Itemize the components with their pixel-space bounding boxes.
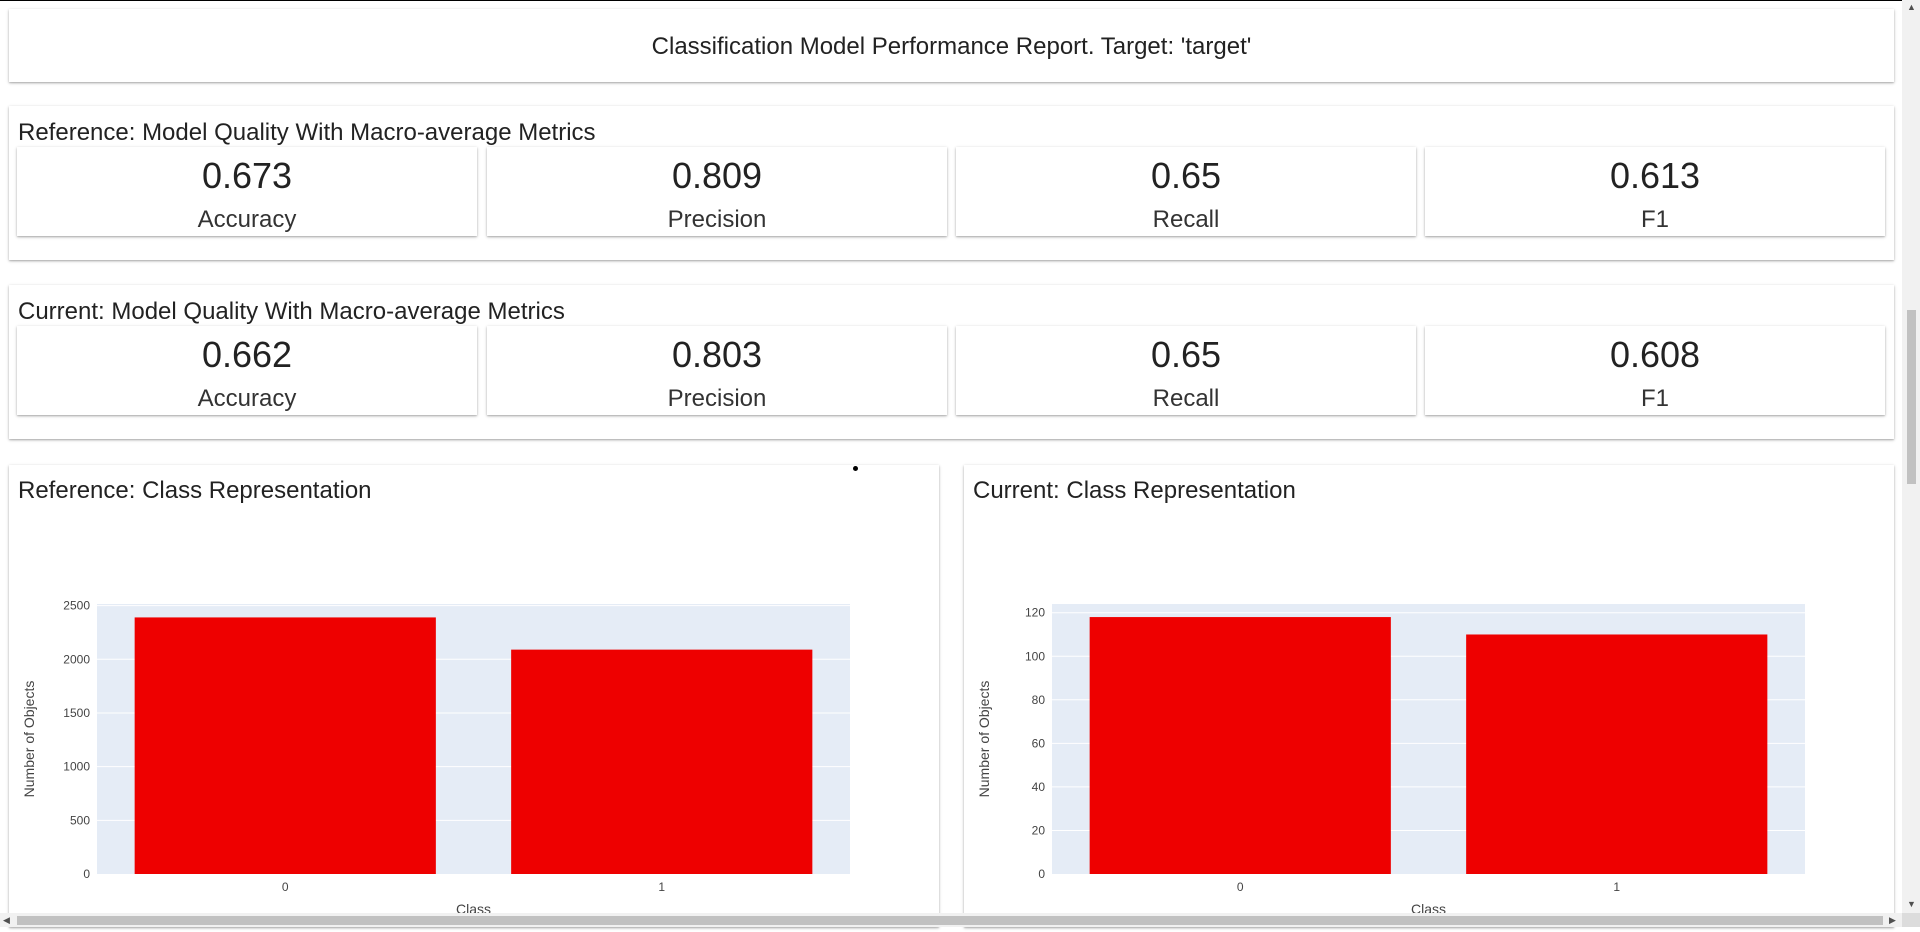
- y-tick-label: 100: [1025, 649, 1045, 663]
- bar: [511, 649, 813, 874]
- triangle-down-icon[interactable]: ▼: [1907, 899, 1916, 909]
- x-tick-label: 1: [1613, 880, 1620, 894]
- mouse-cursor: [853, 466, 858, 471]
- metric-value: 0.608: [1609, 334, 1701, 375]
- current-precision-card: 0.803 Precision: [487, 326, 947, 415]
- metric-label: F1: [1640, 385, 1669, 412]
- reference-recall-card: 0.65 Recall: [956, 147, 1416, 236]
- bar: [1466, 634, 1768, 874]
- y-tick-label: 60: [1032, 736, 1046, 750]
- y-tick-label: 0: [1038, 867, 1045, 881]
- metric-label: F1: [1640, 206, 1669, 233]
- reference-f1-card: 0.613 F1: [1425, 147, 1885, 236]
- metric-value: 0.613: [1609, 155, 1701, 196]
- metric-label: Accuracy: [197, 206, 297, 233]
- current-recall-card: 0.65 Recall: [956, 326, 1416, 415]
- metric-value: 0.809: [671, 155, 763, 196]
- reference-class-representation-widget: Reference: Class Representation 0 500 1000…: [9, 465, 939, 927]
- metric-label: Precision: [667, 206, 767, 233]
- x-tick-label: 1: [658, 880, 665, 894]
- report-title: Classification Model Performance Report.…: [651, 33, 1252, 60]
- reference-accuracy-card: 0.673 Accuracy: [17, 147, 477, 236]
- metric-value: 0.673: [201, 155, 293, 196]
- reference-quality-title: Reference: Model Quality With Macro-aver…: [18, 119, 596, 146]
- y-axis-label: Number of Objects: [21, 681, 37, 798]
- metric-label: Recall: [1152, 385, 1220, 412]
- y-tick-label: 500: [70, 813, 90, 827]
- triangle-right-icon[interactable]: ▶: [1889, 915, 1896, 925]
- current-quality-widget: Current: Model Quality With Macro-averag…: [9, 285, 1894, 439]
- reference-precision-card: 0.809 Precision: [487, 147, 947, 236]
- metric-label: Recall: [1152, 206, 1220, 233]
- horizontal-scrollbar[interactable]: ◀ ▶: [0, 913, 1902, 927]
- y-tick-label: 20: [1032, 823, 1046, 837]
- current-accuracy-card: 0.662 Accuracy: [17, 326, 477, 415]
- metric-label: Precision: [667, 385, 767, 412]
- y-tick-label: 80: [1032, 693, 1046, 707]
- y-tick-label: 120: [1025, 606, 1045, 620]
- y-tick-label: 1500: [63, 706, 90, 720]
- current-class-representation-widget: Current: Class Representation 0 20 40 60 80 1…: [964, 465, 1894, 927]
- y-tick-label: 2500: [63, 599, 90, 613]
- x-tick-label: 0: [282, 880, 289, 894]
- x-tick-label: 0: [1237, 880, 1244, 894]
- triangle-up-icon[interactable]: ▲: [1907, 2, 1916, 12]
- bar: [1089, 617, 1391, 874]
- chart-title: Reference: Class Representation: [18, 477, 372, 504]
- metric-label: Accuracy: [197, 385, 297, 412]
- reference-class-representation-chart: 050010001500200025000 1ClassNumber of Obj…: [21, 599, 850, 917]
- y-tick-label: 40: [1032, 780, 1046, 794]
- y-tick-label: 1000: [63, 760, 90, 774]
- triangle-left-icon[interactable]: ◀: [3, 915, 10, 925]
- chart-title: Current: Class Representation: [973, 477, 1296, 504]
- metric-value: 0.662: [201, 334, 293, 375]
- horizontal-scroll-thumb[interactable]: [17, 916, 1883, 925]
- reference-quality-widget: Reference: Model Quality With Macro-aver…: [9, 106, 1894, 260]
- y-tick-label: 0: [83, 867, 90, 881]
- metric-value: 0.65: [1150, 334, 1222, 375]
- current-class-representation-chart: 0204060801001200 1ClassNumber of Objects: [976, 604, 1805, 917]
- y-axis-label: Number of Objects: [976, 681, 992, 798]
- window-top-border: [0, 0, 1920, 1]
- metric-value: 0.65: [1150, 155, 1222, 196]
- current-quality-title: Current: Model Quality With Macro-averag…: [18, 298, 565, 325]
- report-header: Classification Model Performance Report.…: [9, 9, 1894, 82]
- metric-value: 0.803: [671, 334, 763, 375]
- bar: [134, 617, 436, 874]
- scrollbar-corner: [1902, 913, 1920, 927]
- current-f1-card: 0.608 F1: [1425, 326, 1885, 415]
- vertical-scroll-thumb[interactable]: [1907, 310, 1916, 484]
- vertical-scrollbar[interactable]: ▲ ▼: [1902, 0, 1920, 913]
- y-tick-label: 2000: [63, 652, 90, 666]
